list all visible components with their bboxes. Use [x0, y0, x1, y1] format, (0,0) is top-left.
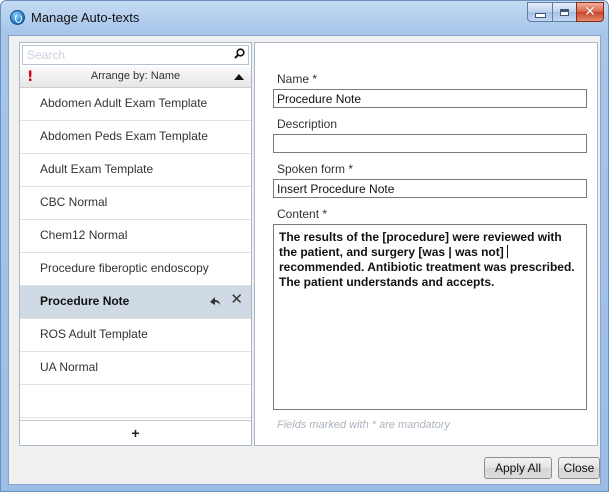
autotext-list-panel: ! Arrange by: Name Abdomen Adult Exam Te… — [19, 42, 252, 446]
list-item-label: Abdomen Adult Exam Template — [40, 96, 208, 110]
search-box[interactable] — [22, 45, 249, 65]
maximize-button[interactable] — [552, 2, 577, 22]
list-item[interactable]: UA Normal — [20, 352, 251, 385]
add-bar: + — [20, 420, 251, 445]
list-item-label: CBC Normal — [40, 195, 108, 209]
maximize-icon — [560, 8, 569, 16]
list-item-empty[interactable] — [20, 385, 251, 418]
description-label: Description — [277, 117, 338, 131]
close-window-button[interactable]: ✕ — [576, 2, 604, 22]
arrange-by-label: Arrange by: Name — [90, 70, 181, 82]
name-field[interactable] — [273, 89, 587, 108]
close-button[interactable]: Close — [558, 457, 600, 479]
minimize-button[interactable] — [527, 2, 553, 22]
list-item-label: Procedure Note — [40, 294, 130, 308]
content-editor[interactable]: The results of the [procedure] were revi… — [273, 224, 587, 410]
list-item[interactable]: ROS Adult Template — [20, 319, 251, 352]
content-text-before-caret: The results of the [procedure] were revi… — [279, 230, 562, 259]
dialog-window: Manage Auto-texts ✕ ! Arrange by: Name A… — [0, 0, 609, 492]
list-item[interactable]: Chem12 Normal — [20, 220, 251, 253]
search-icon[interactable] — [234, 48, 245, 59]
search-input[interactable] — [27, 46, 227, 64]
list-item-label: UA Normal — [40, 360, 99, 374]
description-field[interactable] — [273, 134, 587, 153]
list-item[interactable]: Adult Exam Template — [20, 154, 251, 187]
add-autotext-button[interactable]: + — [131, 425, 139, 441]
list-item-label: Chem12 Normal — [40, 228, 128, 242]
title-bar[interactable]: Manage Auto-texts ✕ — [1, 1, 608, 35]
sort-ascending-icon[interactable] — [234, 74, 244, 80]
mandatory-hint: Fields marked with * are mandatory — [277, 419, 451, 431]
close-icon: ✕ — [584, 4, 596, 20]
list-item-label: Adult Exam Template — [40, 162, 154, 176]
spoken-form-label: Spoken form * — [277, 162, 354, 176]
spoken-form-field[interactable] — [273, 179, 587, 198]
list-item[interactable]: CBC Normal — [20, 187, 251, 220]
list-item[interactable]: Abdomen Adult Exam Template — [20, 88, 251, 121]
list-item[interactable]: Abdomen Peds Exam Template — [20, 121, 251, 154]
app-icon — [10, 10, 25, 25]
minimize-icon — [534, 12, 546, 18]
delete-icon[interactable]: ✕ — [230, 292, 243, 307]
apply-all-button[interactable]: Apply All — [484, 457, 552, 479]
content-label: Content * — [277, 207, 328, 221]
autotext-editor-panel: Name * Description Spoken form * Content… — [254, 42, 598, 446]
text-caret — [507, 245, 509, 258]
list-item-label: Abdomen Peds Exam Template — [40, 129, 208, 143]
list-item-label: Procedure fiberoptic endoscopy — [40, 261, 209, 275]
autotext-list: Abdomen Adult Exam Template Abdomen Peds… — [20, 88, 251, 418]
list-item[interactable]: Procedure fiberoptic endoscopy — [20, 253, 251, 286]
arrange-by-header[interactable]: ! Arrange by: Name — [20, 67, 251, 88]
name-label: Name * — [277, 72, 318, 86]
list-item-selected[interactable]: Procedure Note ✕ — [20, 286, 251, 319]
content-text-after-caret: recommended. Antibiotic treatment was pr… — [279, 260, 575, 289]
list-item-label: ROS Adult Template — [40, 327, 148, 341]
window-title: Manage Auto-texts — [31, 10, 140, 25]
dialog-body: ! Arrange by: Name Abdomen Adult Exam Te… — [8, 35, 601, 485]
undo-icon[interactable] — [209, 296, 221, 306]
